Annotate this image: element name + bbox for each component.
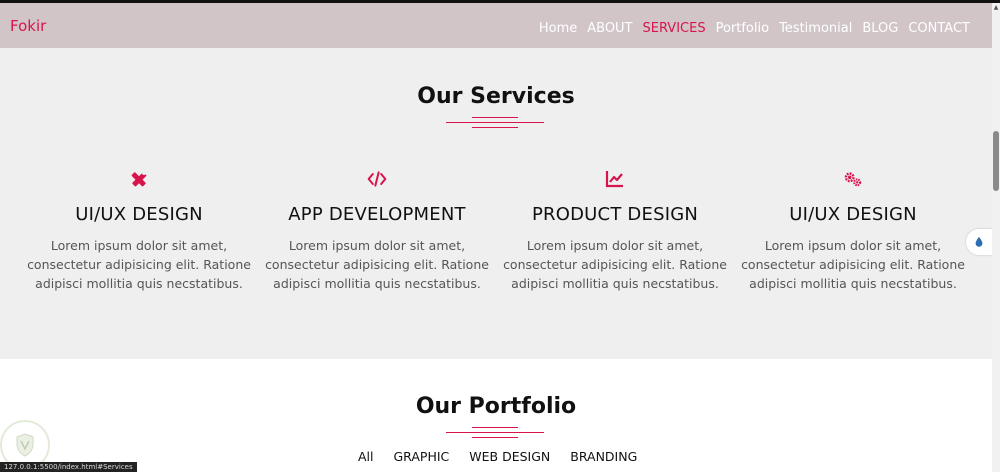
service-description: Lorem ipsum dolor sit amet, consectetur … [265, 238, 489, 291]
brand-logo[interactable]: Fokir [10, 17, 46, 35]
portfolio-filter-bar: All GRAPHIC WEB DESIGN BRANDING [358, 449, 637, 464]
filter-graphic[interactable]: GRAPHIC [394, 449, 450, 464]
nav-links: Home ABOUT SERVICES Portfolio Testimonia… [539, 21, 980, 36]
services-title-divider [446, 117, 544, 129]
services-grid: UI/UX DESIGN Lorem ipsum dolor sit amet,… [20, 166, 972, 293]
filter-all[interactable]: All [358, 449, 374, 464]
services-title: Our Services [417, 84, 575, 109]
nav-link-blog[interactable]: BLOG [862, 21, 898, 36]
service-description: Lorem ipsum dolor sit amet, consectetur … [503, 238, 727, 291]
nav-link-home[interactable]: Home [539, 21, 577, 36]
nav-link-portfolio[interactable]: Portfolio [716, 21, 769, 36]
filter-branding[interactable]: BRANDING [570, 449, 637, 464]
services-section: Our Services UI/UX DESIGN Lorem ipsum do… [0, 48, 992, 359]
nav-link-contact[interactable]: CONTACT [908, 21, 970, 36]
droplet-icon [975, 236, 983, 247]
nav-link-about[interactable]: ABOUT [587, 21, 632, 36]
service-card-app-development: APP DEVELOPMENT Lorem ipsum dolor sit am… [258, 166, 496, 293]
portfolio-title: Our Portfolio [415, 394, 577, 419]
portfolio-title-divider [446, 427, 544, 439]
nav-link-testimonial[interactable]: Testimonial [779, 21, 852, 36]
code-icon [258, 166, 496, 192]
service-title: UI/UX DESIGN [789, 204, 917, 225]
color-picker-toggle[interactable] [966, 229, 992, 255]
service-title: PRODUCT DESIGN [531, 204, 699, 225]
navbar: Fokir Home ABOUT SERVICES Portfolio Test… [0, 3, 992, 48]
filter-web-design[interactable]: WEB DESIGN [469, 449, 550, 464]
service-card-uiux: UI/UX DESIGN Lorem ipsum dolor sit amet,… [20, 166, 258, 293]
vertical-scrollbar[interactable]: ▲ [992, 3, 1000, 472]
scroll-up-arrow-icon[interactable]: ▲ [992, 3, 1000, 11]
browser-status-url: 127.0.0.1:5500/index.html#Services [0, 462, 137, 472]
nav-link-services[interactable]: SERVICES [643, 21, 706, 36]
service-description: Lorem ipsum dolor sit amet, consectetur … [741, 238, 965, 291]
pencil-ruler-icon [20, 166, 258, 192]
service-title: UI/UX DESIGN [75, 204, 203, 225]
cogs-icon [734, 166, 972, 192]
service-description: Lorem ipsum dolor sit amet, consectetur … [27, 238, 251, 291]
service-card-uiux-2: UI/UX DESIGN Lorem ipsum dolor sit amet,… [734, 166, 972, 293]
chart-line-icon [496, 166, 734, 192]
service-card-product-design: PRODUCT DESIGN Lorem ipsum dolor sit ame… [496, 166, 734, 293]
scrollbar-thumb[interactable] [993, 131, 999, 191]
service-title: APP DEVELOPMENT [288, 204, 466, 225]
